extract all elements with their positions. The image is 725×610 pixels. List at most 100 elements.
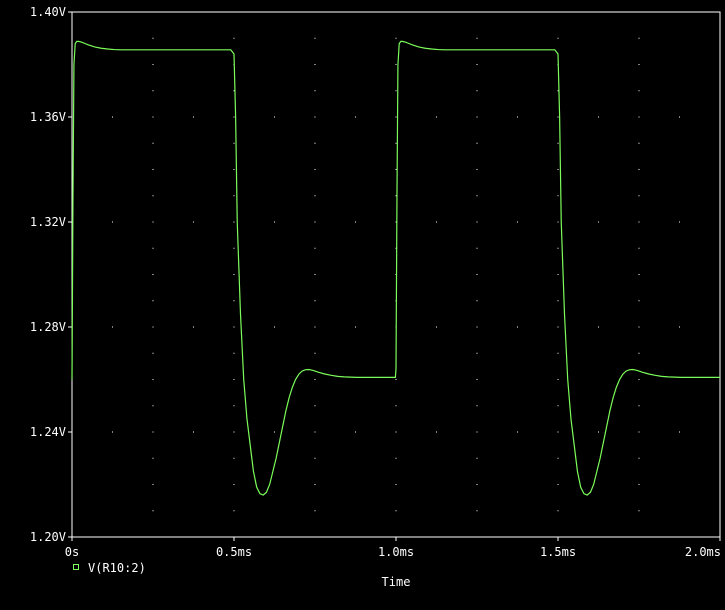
grid-dot — [233, 484, 235, 485]
grid-dot — [314, 247, 316, 249]
grid-dot — [395, 37, 397, 39]
grid-dot — [557, 405, 559, 407]
grid-dot — [152, 510, 154, 512]
grid-dot — [274, 221, 275, 223]
x-axis-label: Time — [382, 575, 411, 589]
grid-dot — [152, 116, 154, 118]
grid-dot — [476, 37, 478, 39]
grid-dot — [233, 510, 235, 512]
grid-dot — [355, 431, 356, 433]
legend-label: V(R10:2) — [88, 561, 146, 575]
grid-dot — [517, 221, 518, 223]
grid-dot — [476, 484, 478, 485]
grid-dot — [557, 169, 559, 170]
grid-dot — [638, 90, 640, 92]
grid-dot — [476, 142, 478, 144]
grid-dot — [233, 326, 235, 328]
grid-dot — [517, 116, 518, 118]
grid-dot — [476, 274, 478, 275]
grid-dot — [395, 142, 397, 144]
grid-dot — [638, 484, 640, 485]
grid-dot — [638, 142, 640, 144]
grid-dot — [517, 326, 518, 328]
chart-background — [0, 0, 725, 605]
grid-dot — [557, 116, 559, 118]
x-tick-label: 1.5ms — [540, 545, 576, 559]
grid-dot — [193, 431, 194, 433]
grid-dot — [233, 274, 235, 275]
grid-dot — [598, 116, 599, 118]
grid-dot — [152, 247, 154, 249]
x-tick-label: 0.5ms — [216, 545, 252, 559]
grid-dot — [355, 326, 356, 328]
grid-dot — [476, 195, 478, 197]
grid-dot — [233, 405, 235, 407]
grid-dot — [152, 300, 154, 302]
grid-dot — [314, 274, 316, 275]
grid-dot — [274, 431, 275, 433]
grid-dot — [152, 169, 154, 170]
grid-dot — [476, 431, 478, 433]
grid-dot — [598, 431, 599, 433]
grid-dot — [152, 431, 154, 433]
grid-dot — [598, 221, 599, 223]
grid-dot — [638, 64, 640, 65]
grid-dot — [476, 116, 478, 118]
grid-dot — [517, 431, 518, 433]
grid-dot — [314, 37, 316, 39]
y-tick-label: 1.28V — [30, 320, 66, 334]
grid-dot — [638, 431, 640, 433]
grid-dot — [355, 116, 356, 118]
grid-dot — [152, 221, 154, 223]
grid-dot — [314, 64, 316, 65]
grid-dot — [112, 221, 113, 223]
grid-dot — [314, 300, 316, 302]
grid-dot — [557, 274, 559, 275]
grid-dot — [112, 326, 113, 328]
grid-dot — [476, 326, 478, 328]
grid-dot — [638, 326, 640, 328]
grid-dot — [314, 405, 316, 407]
grid-dot — [638, 195, 640, 197]
grid-dot — [314, 457, 316, 459]
grid-dot — [314, 90, 316, 92]
y-tick-label: 1.40V — [30, 5, 66, 19]
grid-dot — [233, 247, 235, 249]
grid-dot — [395, 457, 397, 459]
grid-dot — [152, 379, 154, 380]
grid-dot — [233, 379, 235, 380]
grid-dot — [436, 431, 437, 433]
grid-dot — [233, 431, 235, 433]
y-tick-label: 1.20V — [30, 530, 66, 544]
grid-dot — [436, 326, 437, 328]
grid-dot — [233, 300, 235, 302]
grid-dot — [314, 431, 316, 433]
grid-dot — [557, 326, 559, 328]
grid-dot — [476, 247, 478, 249]
grid-dot — [476, 457, 478, 459]
grid-dot — [638, 510, 640, 512]
y-tick-label: 1.32V — [30, 215, 66, 229]
grid-dot — [395, 169, 397, 170]
grid-dot — [152, 64, 154, 65]
grid-dot — [152, 457, 154, 459]
grid-dot — [476, 352, 478, 354]
grid-dot — [152, 326, 154, 328]
grid-dot — [638, 300, 640, 302]
grid-dot — [233, 221, 235, 223]
grid-dot — [152, 352, 154, 354]
grid-dot — [476, 221, 478, 223]
plot-window: 1.20V 1.24V 1.28V 1.32V 1.36V 1.40V 0s 0.5ms 1.… — [0, 0, 725, 605]
grid-dot — [314, 169, 316, 170]
grid-dot — [395, 90, 397, 92]
grid-dot — [476, 300, 478, 302]
grid-dot — [436, 116, 437, 118]
grid-dot — [476, 64, 478, 65]
grid-dot — [476, 169, 478, 170]
grid-dot — [557, 221, 559, 223]
grid-dot — [638, 169, 640, 170]
grid-dot — [314, 326, 316, 328]
grid-dot — [557, 300, 559, 302]
grid-dot — [233, 142, 235, 144]
grid-dot — [557, 457, 559, 459]
